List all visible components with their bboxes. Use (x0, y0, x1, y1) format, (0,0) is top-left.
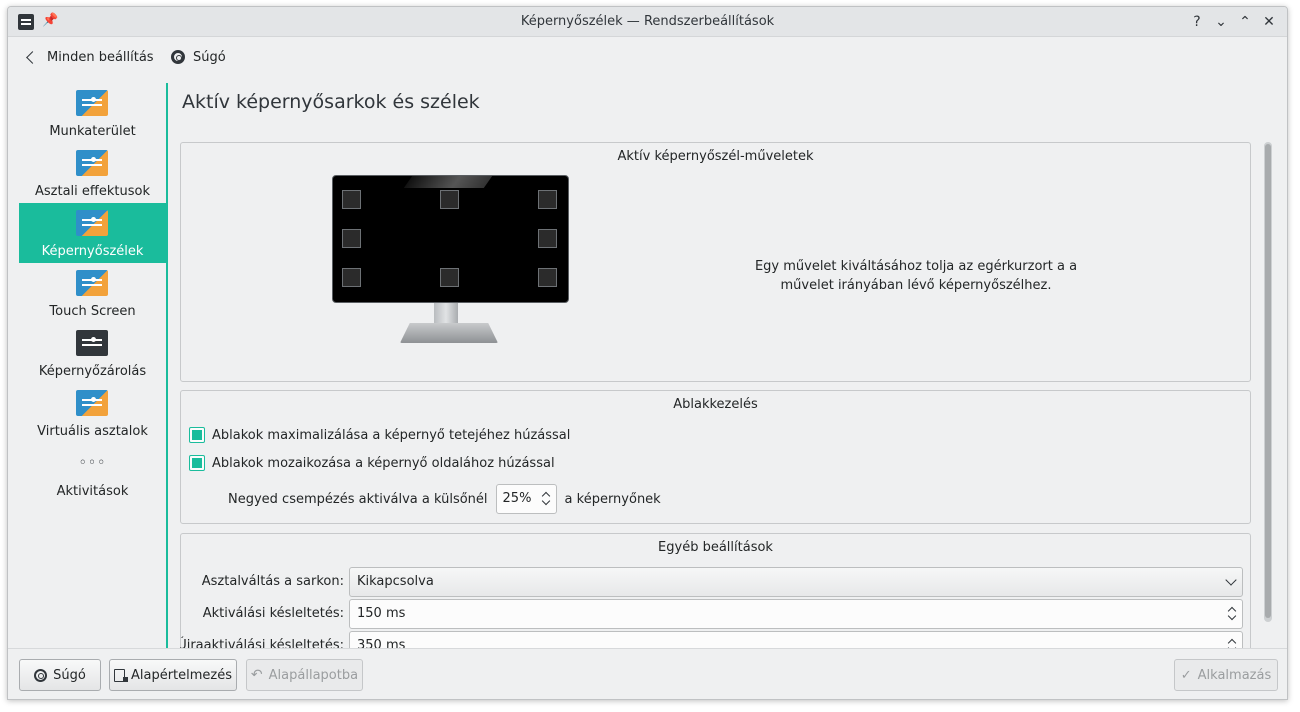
all-settings-back-button[interactable]: Minden beállítás (24, 47, 154, 67)
maximize-button[interactable]: ⌃ (1235, 12, 1255, 32)
defaults-button-label: Alapértelmezés (130, 667, 233, 683)
group-title: Egyéb beállítások (658, 540, 773, 555)
sidebar-item-label: Képernyőszélek (41, 244, 144, 259)
screen-lock-icon (76, 330, 108, 356)
maximize-checkbox[interactable] (189, 427, 205, 443)
sidebar-item-workspace[interactable]: Munkaterület (19, 83, 166, 143)
workspace-icon (76, 90, 108, 116)
sidebar-item-virtual-desktops[interactable]: Virtuális asztalok (19, 383, 166, 443)
reset-button-label: Alapállapotba (268, 667, 359, 683)
toolbar: Minden beállítás Súgó (8, 38, 1287, 76)
monitor-stand (400, 323, 498, 343)
scrollbar-thumb[interactable] (1265, 144, 1271, 618)
quarter-label: Negyed csempézés aktiválva a külsőnél (228, 491, 488, 507)
quarter-suffix: a képernyőnek (564, 491, 661, 507)
minimize-button[interactable]: ⌄ (1211, 12, 1231, 32)
sidebar-item-label: Képernyőzárolás (38, 364, 147, 379)
sidebar-item-desktop-effects[interactable]: Asztali effektusok (19, 143, 166, 203)
close-button[interactable]: ✕ (1259, 12, 1279, 32)
edge-bottom-left[interactable] (342, 268, 361, 287)
sidebar-item-label: Aktivitások (56, 484, 129, 499)
quarter-value: 25% (502, 491, 532, 506)
edge-actions-group: Aktív képernyőszél-műveletek Egy művelet… (180, 142, 1251, 382)
undo-icon: ↶ (250, 667, 263, 683)
sidebar-item-label: Virtuális asztalok (37, 424, 148, 439)
monitor-preview (332, 175, 569, 303)
title-bar: 📌 Képernyőszélek — Rendszerbeállítások ?… (8, 7, 1287, 37)
window-management-group: Ablakkezelés Ablakok maximalizálása a ké… (180, 390, 1251, 524)
document-defaults-icon (113, 668, 128, 682)
group-title: Aktív képernyőszél-műveletek (617, 149, 814, 164)
edge-actions-hint: Egy művelet kiváltásához tolja az egérku… (754, 259, 1078, 293)
edge-top-right[interactable] (538, 190, 557, 209)
tile-label: Ablakok mozaikozása a képernyő oldalához… (212, 455, 555, 471)
other-settings-group: Egyéb beállítások Asztalváltás a sarkon:… (180, 533, 1251, 648)
apply-button-label: Alkalmazás (1197, 667, 1272, 683)
activation-delay-value: 150 ms (357, 606, 406, 621)
lifebuoy-icon (171, 50, 185, 64)
check-icon: ✓ (1180, 667, 1192, 683)
screen-edges-icon (76, 210, 108, 236)
edge-right[interactable] (538, 229, 557, 248)
bottom-button-bar: Súgó Alapértelmezés ↶ Alapállapotba ✓ Al… (8, 648, 1287, 699)
virtual-desktops-icon (76, 390, 108, 416)
desktop-switch-label: Asztalváltás a sarkon: (201, 574, 344, 589)
help-label: Súgó (193, 49, 226, 65)
help-question-button[interactable]: ? (1187, 12, 1207, 32)
edge-bottom[interactable] (440, 268, 459, 287)
maximize-checkbox-row[interactable]: Ablakok maximalizálása a képernyő tetejé… (189, 426, 570, 444)
lifebuoy-icon (34, 668, 48, 682)
reactivation-delay-label: Újraaktiválási késleltetés: (180, 638, 344, 648)
spin-arrows-icon[interactable] (541, 490, 551, 508)
sidebar-item-touch-screen[interactable]: Touch Screen (19, 263, 166, 323)
edge-top[interactable] (440, 190, 459, 209)
activation-delay-spinbox[interactable]: 150 ms (349, 599, 1243, 629)
reactivation-delay-spinbox[interactable]: 350 ms (349, 631, 1243, 648)
activities-icon: ◦◦◦ (78, 455, 107, 471)
back-label: Minden beállítás (47, 49, 154, 65)
desktop-switch-value: Kikapcsolva (357, 574, 434, 589)
sidebar-item-screen-edges[interactable]: Képernyőszélek (19, 203, 166, 263)
sidebar-item-activities[interactable]: ◦◦◦ Aktivitások (19, 443, 166, 503)
sidebar: Munkaterület Asztali effektusok Képernyő… (19, 83, 166, 648)
activation-delay-label: Aktiválási késleltetés: (202, 606, 344, 621)
quarter-tiling-row: Negyed csempézés aktiválva a külsőnél 25… (228, 484, 661, 514)
chevron-left-icon (26, 50, 39, 64)
help-button[interactable]: Súgó (19, 659, 101, 691)
quarter-percent-spinbox[interactable]: 25% (495, 484, 557, 514)
spin-arrows-icon[interactable] (1227, 637, 1237, 648)
sidebar-item-label: Asztali effektusok (35, 184, 150, 199)
apply-button[interactable]: ✓ Alkalmazás (1174, 659, 1278, 691)
edge-bottom-right[interactable] (538, 268, 557, 287)
tile-checkbox-row[interactable]: Ablakok mozaikozása a képernyő oldalához… (189, 454, 555, 472)
touch-screen-icon (76, 270, 108, 296)
monitor-glare (403, 176, 493, 188)
spin-arrows-icon[interactable] (1227, 605, 1237, 623)
content-area: Aktív képernyőszél-műveletek Egy művelet… (180, 142, 1252, 648)
sidebar-item-screen-lock[interactable]: Képernyőzárolás (19, 323, 166, 383)
tile-checkbox[interactable] (189, 455, 205, 471)
desktop-switch-row: Asztalváltás a sarkon: Kikapcsolva (181, 567, 1252, 597)
desktop-switch-combobox[interactable]: Kikapcsolva (349, 567, 1243, 597)
edge-top-left[interactable] (342, 190, 361, 209)
settings-window: 📌 Képernyőszélek — Rendszerbeállítások ?… (7, 6, 1288, 700)
activation-delay-row: Aktiválási késleltetés: 150 ms (181, 599, 1252, 629)
defaults-button[interactable]: Alapértelmezés (109, 659, 237, 691)
maximize-label: Ablakok maximalizálása a képernyő tetejé… (212, 427, 571, 443)
window-title: Képernyőszélek — Rendszerbeállítások (520, 14, 775, 29)
group-title: Ablakkezelés (673, 397, 758, 412)
reactivation-delay-row: Újraaktiválási késleltetés: 350 ms (180, 631, 1252, 648)
sidebar-item-label: Touch Screen (49, 304, 136, 319)
sidebar-divider (166, 83, 168, 648)
desktop-effects-icon (76, 150, 108, 176)
edge-left[interactable] (342, 229, 361, 248)
chevron-down-icon (1225, 574, 1237, 586)
reactivation-delay-value: 350 ms (357, 638, 406, 648)
toolbar-help-button[interactable]: Súgó (171, 47, 226, 67)
page-title: Aktív képernyősarkok és szélek (182, 91, 480, 113)
help-button-label: Súgó (53, 667, 86, 683)
sidebar-item-label: Munkaterület (49, 124, 136, 139)
reset-button[interactable]: ↶ Alapállapotba (246, 659, 363, 691)
